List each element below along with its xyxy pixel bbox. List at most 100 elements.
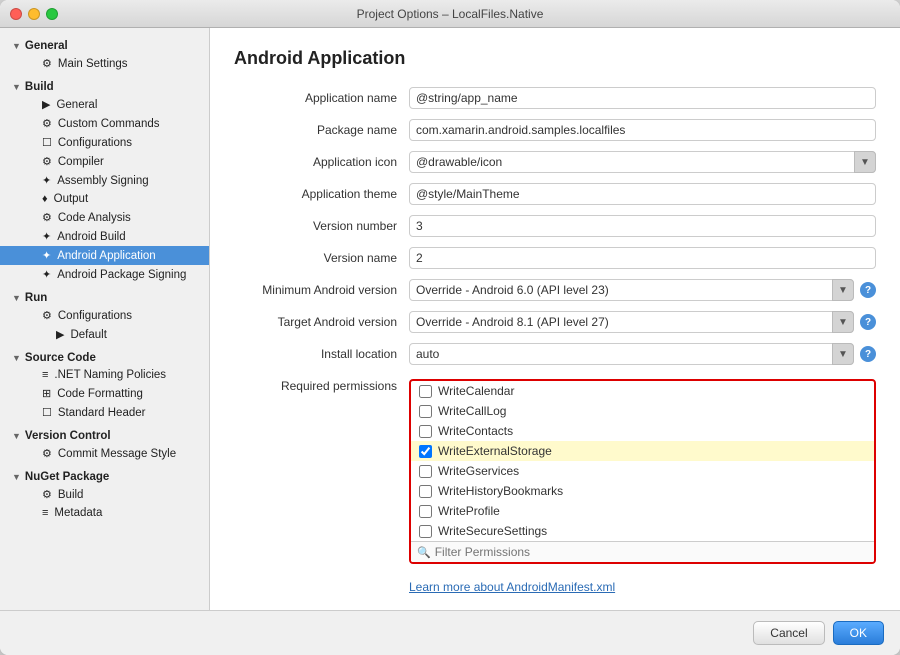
perm-checkbox-write-contacts[interactable]	[419, 425, 432, 438]
install-location-row: Install location auto ▼ ?	[234, 343, 876, 365]
sidebar-section-nuget-label: NuGet Package	[25, 471, 109, 483]
min-android-select-wrapper: Override - Android 6.0 (API level 23) ▼	[409, 279, 854, 301]
format-icon: ⊞	[42, 387, 51, 400]
min-android-version-row: Minimum Android version Override - Andro…	[234, 279, 876, 301]
sidebar-item-nuget-build[interactable]: ⚙ Build	[0, 485, 209, 504]
target-android-version-row: Target Android version Override - Androi…	[234, 311, 876, 333]
footer: Cancel OK	[0, 610, 900, 655]
target-android-select-group: Override - Android 8.1 (API level 27) ▼ …	[409, 311, 876, 333]
sidebar-item-android-build-label: Android Build	[57, 231, 125, 243]
perm-checkbox-write-call-log[interactable]	[419, 405, 432, 418]
package-name-input[interactable]	[409, 119, 876, 141]
min-android-select-group: Override - Android 6.0 (API level 23) ▼ …	[409, 279, 876, 301]
perm-label-write-secure-settings: WriteSecureSettings	[438, 524, 547, 538]
target-android-select[interactable]: Override - Android 8.1 (API level 27)	[409, 311, 854, 333]
sidebar-section-source-code-label: Source Code	[25, 352, 96, 364]
application-theme-input[interactable]	[409, 183, 876, 205]
sidebar-item-code-formatting[interactable]: ⊞ Code Formatting	[0, 384, 209, 403]
application-icon-row: Application icon @drawable/icon ▼	[234, 151, 876, 173]
permissions-filter-input[interactable]	[435, 545, 868, 559]
sidebar-item-run-configurations[interactable]: ⚙ Configurations	[0, 306, 209, 325]
close-button[interactable]	[10, 8, 22, 20]
sidebar-item-android-package-signing[interactable]: ✦ Android Package Signing	[0, 265, 209, 284]
sidebar-item-nuget-metadata[interactable]: ≡ Metadata	[0, 504, 209, 522]
perm-checkbox-write-history-bookmarks[interactable]	[419, 485, 432, 498]
minimize-button[interactable]	[28, 8, 40, 20]
perm-checkbox-write-external-storage[interactable]	[419, 445, 432, 458]
sidebar-item-run-default[interactable]: ▶ Default	[0, 325, 209, 344]
play-icon: ▶	[42, 98, 50, 111]
install-location-select[interactable]: auto	[409, 343, 854, 365]
list-icon: ≡	[42, 369, 48, 381]
sidebar-item-assembly-signing[interactable]: ✦ Assembly Signing	[0, 171, 209, 190]
sidebar-item-net-naming-policies[interactable]: ≡ .NET Naming Policies	[0, 366, 209, 384]
install-location-help-icon[interactable]: ?	[860, 346, 876, 362]
sidebar-item-output[interactable]: ♦ Output	[0, 190, 209, 208]
required-permissions-label: Required permissions	[234, 375, 409, 393]
sidebar-item-android-application-label: Android Application	[57, 250, 155, 262]
sidebar-section-run[interactable]: ▼ Run	[0, 288, 209, 306]
target-android-select-wrapper: Override - Android 8.1 (API level 27) ▼	[409, 311, 854, 333]
install-location-select-group: auto ▼ ?	[409, 343, 876, 365]
application-name-label: Application name	[234, 91, 409, 105]
metadata-icon: ≡	[42, 507, 48, 519]
arrow-icon: ▼	[12, 82, 21, 92]
application-theme-row: Application theme	[234, 183, 876, 205]
sidebar-item-custom-commands[interactable]: ⚙ Custom Commands	[0, 114, 209, 133]
sidebar-section-build-label: Build	[25, 81, 54, 93]
version-number-input[interactable]	[409, 215, 876, 237]
permissions-container: WriteCalendar WriteCallLog WriteContacts	[409, 375, 876, 564]
sidebar-section-general[interactable]: ▼ General	[0, 36, 209, 54]
target-android-help-icon[interactable]: ?	[860, 314, 876, 330]
sidebar-section-general-label: General	[25, 40, 68, 52]
square-icon: ☐	[42, 136, 52, 149]
sidebar-item-run-default-label: Default	[70, 329, 106, 341]
version-number-row: Version number	[234, 215, 876, 237]
sidebar-item-standard-header[interactable]: ☐ Standard Header	[0, 403, 209, 422]
perm-label-write-calendar: WriteCalendar	[438, 384, 514, 398]
sidebar-section-source-code[interactable]: ▼ Source Code	[0, 348, 209, 366]
sidebar-section-nuget[interactable]: ▼ NuGet Package	[0, 467, 209, 485]
sidebar-item-android-application[interactable]: ✦ Android Application	[0, 246, 209, 265]
sidebar-item-output-label: Output	[54, 193, 89, 205]
sidebar-item-net-naming-policies-label: .NET Naming Policies	[54, 369, 166, 381]
header-icon: ☐	[42, 406, 52, 419]
package-name-row: Package name	[234, 119, 876, 141]
sidebar-item-code-analysis[interactable]: ⚙ Code Analysis	[0, 208, 209, 227]
gear-icon: ⚙	[42, 211, 52, 224]
min-android-select[interactable]: Override - Android 6.0 (API level 23)	[409, 279, 854, 301]
min-android-help-icon[interactable]: ?	[860, 282, 876, 298]
sidebar-section-version-control[interactable]: ▼ Version Control	[0, 426, 209, 444]
version-number-label: Version number	[234, 219, 409, 233]
sidebar-item-android-build[interactable]: ✦ Android Build	[0, 227, 209, 246]
perm-checkbox-write-profile[interactable]	[419, 505, 432, 518]
perm-label-write-call-log: WriteCallLog	[438, 404, 506, 418]
target-android-version-label: Target Android version	[234, 315, 409, 329]
maximize-button[interactable]	[46, 8, 58, 20]
page-title: Android Application	[234, 48, 876, 69]
cancel-button[interactable]: Cancel	[753, 621, 824, 645]
main-content: Android Application Application name Pac…	[210, 28, 900, 610]
perm-label-write-gservices: WriteGservices	[438, 464, 519, 478]
application-icon-label: Application icon	[234, 155, 409, 169]
sidebar-item-compiler[interactable]: ⚙ Compiler	[0, 152, 209, 171]
version-name-input[interactable]	[409, 247, 876, 269]
learn-more-link[interactable]: Learn more about AndroidManifest.xml	[409, 580, 615, 594]
perm-checkbox-write-gservices[interactable]	[419, 465, 432, 478]
application-name-input[interactable]	[409, 87, 876, 109]
sidebar-item-configurations[interactable]: ☐ Configurations	[0, 133, 209, 152]
sidebar-item-commit-message-style[interactable]: ⚙ Commit Message Style	[0, 444, 209, 463]
sidebar-section-run-label: Run	[25, 292, 47, 304]
sidebar-item-general-label: General	[56, 99, 97, 111]
application-icon-select[interactable]: @drawable/icon	[409, 151, 876, 173]
perm-checkbox-write-secure-settings[interactable]	[419, 525, 432, 538]
perm-item-write-call-log: WriteCallLog	[411, 401, 874, 421]
ok-button[interactable]: OK	[833, 621, 884, 645]
sidebar-item-general[interactable]: ▶ General	[0, 95, 209, 114]
sidebar-item-main-settings[interactable]: ⚙ Main Settings	[0, 54, 209, 73]
content-area: ▼ General ⚙ Main Settings ▼ Build ▶ Gene…	[0, 28, 900, 610]
perm-label-write-external-storage: WriteExternalStorage	[438, 444, 552, 458]
gear-icon: ⚙	[42, 117, 52, 130]
sidebar-section-build[interactable]: ▼ Build	[0, 77, 209, 95]
perm-checkbox-write-calendar[interactable]	[419, 385, 432, 398]
